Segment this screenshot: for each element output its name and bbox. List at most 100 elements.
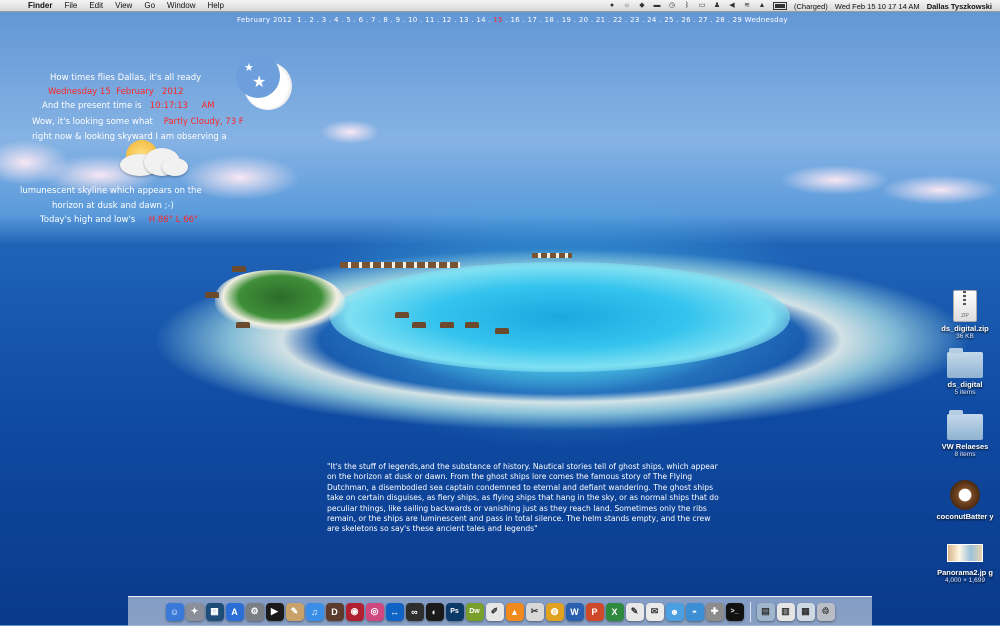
dock-item-launchpad[interactable]: ✦ <box>185 602 204 621</box>
zip-archive-icon: ZIP <box>953 290 977 322</box>
dictionary-icon: D <box>331 606 338 617</box>
desktop-icon-ds-digital-zip[interactable]: ZIP ds_digital.zip 36 KB <box>934 290 996 340</box>
weather-condition-line: Wow, it's looking some what Partly Cloud… <box>32 117 244 127</box>
weather-horizon-line: horizon at dusk and dawn ;-) <box>52 201 174 211</box>
dock-item-terminal[interactable]: >_ <box>725 602 744 621</box>
time-machine-icon[interactable]: ◷ <box>668 2 676 10</box>
teamviewer-icon: ↔ <box>390 606 399 617</box>
hut <box>412 322 426 328</box>
weather-time-ampm: AM <box>201 101 215 111</box>
dock-item-mission-control[interactable]: ▦ <box>205 602 224 621</box>
dock-item-network-utility[interactable]: ◓ <box>685 602 704 621</box>
disk-utility-icon: ✚ <box>710 606 719 616</box>
weather-condition-prefix: Wow, it's looking some what <box>32 117 153 127</box>
dock-item-dashboard[interactable]: ◎ <box>365 602 384 621</box>
dock-item-cyberduck[interactable]: ◐ <box>425 602 444 621</box>
menu-extras: ● ☼ ◆ ▬ ◷ ᛒ ▭ ♟ ◀ ≋ ▲ (Charged) Wed Feb … <box>608 0 992 12</box>
cloud-puff <box>162 158 188 176</box>
dock-item-powerpoint[interactable]: P <box>585 602 604 621</box>
folder-icon <box>947 410 983 440</box>
menubar-user[interactable]: Dallas Tyszkowski <box>927 2 992 11</box>
desktop-icon-info: 36 KB <box>956 333 974 340</box>
weather-time-line: And the present time is 10:17:13 AM <box>42 101 215 111</box>
dock-item-script-editor[interactable]: ✂ <box>525 602 544 621</box>
dock-item-word[interactable]: W <box>565 602 584 621</box>
dock-separator <box>749 601 751 622</box>
dock-item-app-store[interactable]: A <box>225 602 244 621</box>
dock-item-applications-stack[interactable]: ▤ <box>756 602 775 621</box>
hut <box>205 292 219 298</box>
dock-item-trash[interactable]: ♲ <box>816 602 835 621</box>
dock-item-vlc[interactable]: ▲ <box>505 602 524 621</box>
dock-item-teamviewer[interactable]: ↔ <box>385 602 404 621</box>
hut <box>495 328 509 334</box>
menu-file[interactable]: File <box>64 1 77 10</box>
menu-window[interactable]: Window <box>167 1 195 10</box>
dock-item-excel[interactable]: X <box>605 602 624 621</box>
ghost-ships-quote: "It's the stuff of legends,and the subst… <box>327 462 719 534</box>
menu-edit[interactable]: Edit <box>89 1 103 10</box>
weather-lumi-line: lumunescent skyline which appears on the <box>20 186 202 196</box>
hut <box>236 322 250 328</box>
dock-item-disk-utility[interactable]: ✚ <box>705 602 724 621</box>
dock-item-itunes[interactable]: ♫ <box>305 602 324 621</box>
dock-item-preview[interactable]: ✎ <box>285 602 304 621</box>
bluetooth-icon[interactable]: ᛒ <box>683 2 691 10</box>
network-utility-icon: ◓ <box>691 606 698 617</box>
dock-item-photo-booth[interactable]: ◉ <box>345 602 364 621</box>
launchpad-icon: ✦ <box>190 606 199 616</box>
menu-help[interactable]: Help <box>207 1 223 10</box>
lightbulb-icon[interactable]: ☼ <box>623 2 631 10</box>
dock-item-textedit[interactable]: ✐ <box>485 602 504 621</box>
app-menu-finder[interactable]: Finder <box>28 1 52 10</box>
desktop-icon-coconut-battery[interactable]: coconutBatter y <box>934 480 996 521</box>
battery-status: (Charged) <box>794 1 828 11</box>
wifi-icon[interactable]: ≋ <box>743 2 751 10</box>
desktop-icon-label: Panorama2.jp g <box>937 568 993 577</box>
dock-item-dictionary[interactable]: D <box>325 602 344 621</box>
hut <box>395 312 409 318</box>
volume-icon[interactable]: ◀ <box>728 2 736 10</box>
system-preferences-icon: ⚙ <box>250 606 259 616</box>
menu-view[interactable]: View <box>115 1 132 10</box>
dock-item-downloads-stack[interactable]: ▦ <box>796 602 815 621</box>
desktop-icon-info: 5 items <box>954 389 976 396</box>
dock-item-chrome[interactable]: ◍ <box>545 602 564 621</box>
dock-item-remote[interactable]: ∞ <box>405 602 424 621</box>
battery-icon[interactable] <box>773 2 787 10</box>
truck-icon[interactable]: ▬ <box>653 2 661 10</box>
dock-item-ichat[interactable]: ☻ <box>665 602 684 621</box>
user-icon[interactable]: ♟ <box>713 2 721 10</box>
dock-item-system-preferences[interactable]: ⚙ <box>245 602 264 621</box>
dock-item-photoshop[interactable]: Ps <box>445 602 464 621</box>
dock-item-quicktime[interactable]: ▶ <box>265 602 284 621</box>
weather-date-line: Wednesday 15 February 2012 <box>48 87 184 97</box>
weather-date-year: 2012 <box>161 87 184 97</box>
dock-item-finder[interactable]: ☺ <box>165 602 184 621</box>
status-dot-icon[interactable]: ● <box>608 2 616 10</box>
calendar-month: February 2012 <box>237 16 292 24</box>
finder-icon: ☺ <box>169 606 180 617</box>
weather-date-month: February <box>116 87 154 97</box>
menubar-clock[interactable]: Wed Feb 15 10 17 14 AM <box>835 2 920 11</box>
word-icon: W <box>570 606 579 617</box>
cloud-right-2 <box>880 175 1000 205</box>
dropbox-icon[interactable]: ◆ <box>638 2 646 10</box>
dock-item-documents-stack[interactable]: ▥ <box>776 602 795 621</box>
dock-item-pages[interactable]: ✎ <box>625 602 644 621</box>
display-icon[interactable]: ▭ <box>698 2 706 10</box>
dock-item-keynote[interactable]: ✉ <box>645 602 664 621</box>
desktop-icon-vw-releases-folder[interactable]: VW Relaeses 8 items <box>934 410 996 458</box>
menu-go[interactable]: Go <box>144 1 155 10</box>
desktop-icon-panorama2[interactable]: Panorama2.jp g 4,000 × 1,699 <box>934 544 996 584</box>
desktop-icon-ds-digital-folder[interactable]: ds_digital 5 items <box>934 348 996 396</box>
excel-icon: X <box>611 606 618 617</box>
desktop-icon-info: 4,000 × 1,699 <box>945 577 985 584</box>
partly-cloudy-icon <box>116 138 190 178</box>
weather-hilo-value: H 86° L 66° <box>148 215 199 225</box>
itunes-icon: ♫ <box>311 606 318 617</box>
airplay-icon[interactable]: ▲ <box>758 2 766 10</box>
weather-hilo-prefix: Today's high and low's <box>40 215 136 225</box>
dock-item-dreamweaver[interactable]: Dw <box>465 602 484 621</box>
keynote-icon: ✉ <box>650 606 659 616</box>
